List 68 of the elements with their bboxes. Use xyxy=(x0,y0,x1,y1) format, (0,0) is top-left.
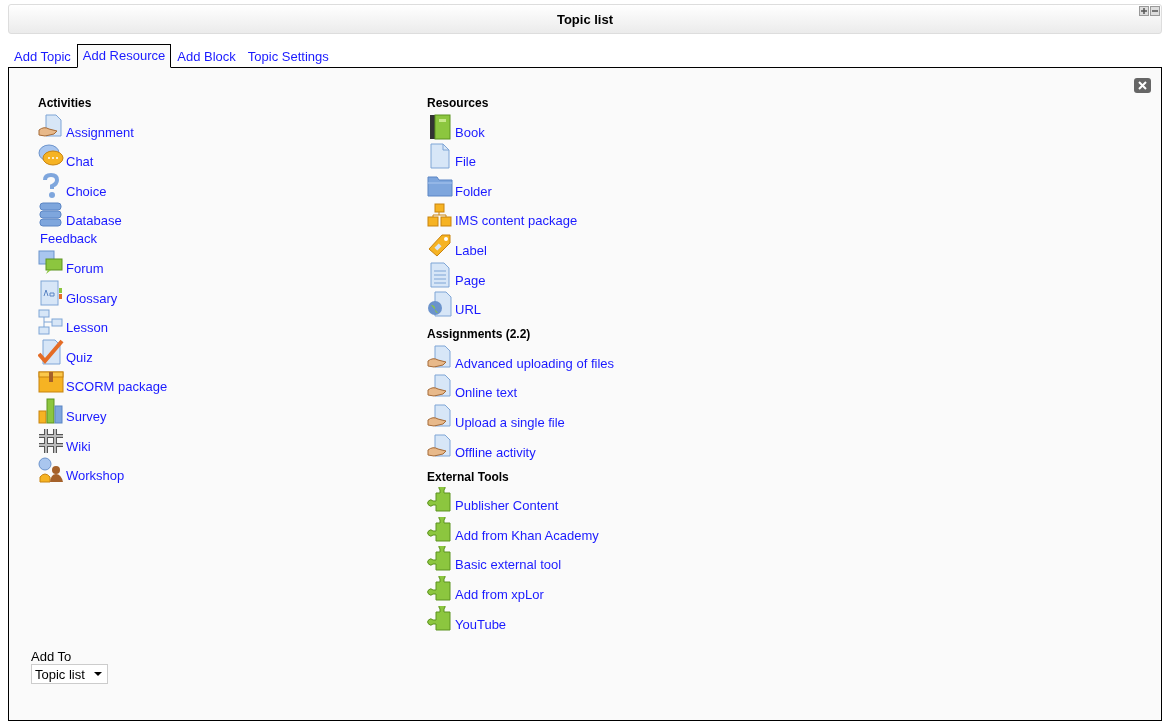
module-link[interactable]: Label xyxy=(455,242,487,258)
document-hand-icon xyxy=(38,113,64,140)
file-icon xyxy=(427,143,453,170)
puzzle-piece-icon xyxy=(427,487,453,514)
module-link[interactable]: YouTube xyxy=(455,616,507,632)
section-heading: External Tools xyxy=(427,469,510,484)
module-link[interactable]: Feedback xyxy=(40,231,98,247)
module-link[interactable]: Chat xyxy=(66,154,94,170)
add-to-select[interactable]: Topic list xyxy=(31,664,108,684)
people-icon xyxy=(38,457,64,484)
checkmark-document-icon xyxy=(38,338,64,365)
document-hand-icon xyxy=(427,433,453,460)
module-link[interactable]: Assignment xyxy=(66,124,134,140)
module-link[interactable]: Add from xpLor xyxy=(455,586,544,602)
module-link[interactable]: Quiz xyxy=(66,349,93,365)
puzzle-piece-icon xyxy=(427,605,453,632)
hash-icon xyxy=(38,427,64,454)
module-link[interactable]: Glossary xyxy=(66,290,118,306)
module-link[interactable]: Database xyxy=(66,213,122,229)
module-link[interactable]: SCORM package xyxy=(66,379,168,395)
boxes-icon xyxy=(427,202,453,229)
tab[interactable]: Topic Settings xyxy=(241,45,335,68)
module-link[interactable]: Add from Khan Academy xyxy=(455,527,599,543)
glossary-icon xyxy=(38,279,64,306)
box-icon xyxy=(38,368,64,395)
close-icon[interactable] xyxy=(1134,78,1151,93)
puzzle-piece-icon xyxy=(427,575,453,602)
document-hand-icon xyxy=(427,403,453,430)
speech-bubbles-icon xyxy=(38,249,64,276)
module-link[interactable]: Offline activity xyxy=(455,444,536,460)
module-link[interactable]: URL xyxy=(455,302,481,318)
section-heading: Assignments (2.2) xyxy=(427,327,532,342)
section-heading: Activities xyxy=(38,96,93,110)
section-heading: Resources xyxy=(427,96,490,110)
page-icon xyxy=(427,261,453,288)
globe-document-icon xyxy=(427,291,453,318)
puzzle-piece-icon xyxy=(427,546,453,573)
module-link[interactable]: Online text xyxy=(455,385,518,401)
module-link[interactable]: Basic external tool xyxy=(455,557,562,573)
module-link[interactable]: Workshop xyxy=(66,468,125,484)
tab[interactable]: Add Topic xyxy=(8,45,77,68)
module-link[interactable]: Advanced uploading of files xyxy=(455,355,614,371)
plus-icon[interactable] xyxy=(1139,6,1149,16)
module-link[interactable]: Page xyxy=(455,272,486,288)
module-link[interactable]: Forum xyxy=(66,260,104,276)
document-hand-icon xyxy=(427,344,453,371)
minus-icon[interactable] xyxy=(1150,6,1160,16)
tag-icon xyxy=(427,231,453,258)
flowchart-icon xyxy=(38,309,64,336)
module-link[interactable]: Folder xyxy=(455,183,492,199)
tab[interactable]: Add Block xyxy=(171,45,242,68)
tab[interactable]: Add Resource xyxy=(76,44,172,68)
module-link[interactable]: Upload a single file xyxy=(455,414,565,430)
database-icon xyxy=(38,202,64,229)
module-link[interactable]: Wiki xyxy=(66,438,91,454)
puzzle-piece-icon xyxy=(427,516,453,543)
book-icon xyxy=(427,113,453,140)
module-link[interactable]: IMS content package xyxy=(455,213,578,229)
caret-icon xyxy=(93,672,102,676)
module-link[interactable]: Choice xyxy=(66,183,107,199)
module-link[interactable]: Survey xyxy=(66,408,107,424)
add-to-label: Add To xyxy=(31,649,73,664)
bar-chart-icon xyxy=(38,397,64,424)
module-link[interactable]: File xyxy=(455,154,476,170)
module-link[interactable]: Book xyxy=(455,124,485,140)
module-link[interactable]: Publisher Content xyxy=(455,498,559,514)
block-title: Topic list xyxy=(556,11,614,27)
module-link[interactable]: Lesson xyxy=(66,320,108,336)
